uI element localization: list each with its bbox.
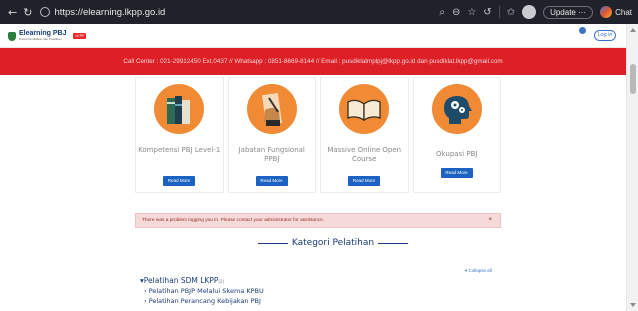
contact-banner: Call Center : 021-29912450 Ext.0437 // W… <box>0 48 626 75</box>
profile-avatar[interactable] <box>522 5 537 19</box>
browser-actions: ⌕ ⊖ ☆ ↺ ✩ Update ··· Chat <box>439 0 632 24</box>
search-icon[interactable]: ⌕ <box>439 7 445 18</box>
update-label: Update <box>550 7 576 17</box>
help-icon[interactable] <box>579 27 586 34</box>
address-text[interactable]: https://elearning.lkpp.go.id <box>54 7 165 18</box>
chevron-right-icon: › <box>144 287 147 295</box>
signing-hand-icon <box>246 84 297 134</box>
logo-text: Elearning PBJ Pusat Pendidikan dan Pelat… <box>19 30 67 41</box>
alert-message: There was a problem logging you in. Plea… <box>142 218 325 223</box>
section-heading: Kategori Pelatihan <box>258 236 408 250</box>
back-icon[interactable]: ← <box>8 6 17 19</box>
card-kompetensi: Kompetensi PBJ Level-1 Read More <box>135 77 224 193</box>
category-label[interactable]: Pelatihan SDM LKPP <box>144 276 219 285</box>
category-root[interactable]: ▾Pelatihan SDM LKPP(2) <box>140 276 264 285</box>
read-more-button[interactable]: Read More <box>348 176 380 186</box>
site-header: Elearning PBJ Pusat Pendidikan dan Pelat… <box>0 24 626 48</box>
toolbar-divider <box>498 6 500 18</box>
browser-toolbar: ← ↻ https://elearning.lkpp.go.id ⌕ ⊖ ☆ ↺… <box>0 0 638 24</box>
chevron-right-icon: › <box>144 297 147 305</box>
subcategory-item[interactable]: › Pelatihan PBJP Melalui Skema KPBU <box>144 287 264 295</box>
heading-divider <box>378 242 408 244</box>
refresh-page-icon[interactable]: ↺ <box>483 7 491 18</box>
card-jabatan: Jabatan Fungsional PPBJ Read More <box>227 77 316 193</box>
card-title: Kompetensi PBJ Level-1 <box>138 146 221 154</box>
collapse-all-link[interactable]: ▾ Collapse all <box>465 268 492 274</box>
card-title: Massive Online Open Course <box>327 146 402 163</box>
books-icon <box>154 84 204 134</box>
collections-icon[interactable]: ✩ <box>507 7 515 18</box>
logo-subtitle: Pusat Pendidikan dan Pelatihan <box>19 37 62 41</box>
update-button[interactable]: Update ··· <box>543 5 594 19</box>
scroll-down-icon[interactable] <box>630 303 636 307</box>
card-title: Jabatan Fungsional PPBJ <box>238 146 305 163</box>
logo-tag: LKPP <box>73 33 87 39</box>
subcategory-label[interactable]: Pelatihan PBJP Melalui Skema KPBU <box>149 287 264 295</box>
card-okupasi: Okupasi PBJ Read More <box>412 77 501 193</box>
login-error-alert: There was a problem logging you in. Plea… <box>135 213 501 228</box>
zoom-icon[interactable]: ⊖ <box>452 7 460 18</box>
heading-divider <box>258 242 288 244</box>
subcategory-label[interactable]: Pelatihan Perancang Kebijakan PBJ <box>149 297 261 305</box>
site-info-icon[interactable] <box>40 7 51 17</box>
address-bar[interactable]: https://elearning.lkpp.go.id <box>40 7 165 18</box>
section-title: Kategori Pelatihan <box>291 238 375 248</box>
garuda-emblem-icon <box>8 31 16 41</box>
program-cards: Kompetensi PBJ Level-1 Read More Jabatan… <box>135 77 501 193</box>
logo-title: Elearning PBJ <box>19 30 67 37</box>
chat-button[interactable]: Chat <box>600 6 632 18</box>
category-count: (2) <box>218 279 225 284</box>
scroll-thumb[interactable] <box>630 64 636 94</box>
chat-label: Chat <box>615 7 632 17</box>
head-gears-icon <box>431 84 482 134</box>
page-scrollbar[interactable] <box>626 24 638 311</box>
reload-icon[interactable]: ↻ <box>23 6 32 19</box>
open-book-icon <box>339 84 389 134</box>
read-more-button[interactable]: Read More <box>163 176 195 186</box>
copilot-icon <box>600 6 613 18</box>
close-icon[interactable]: × <box>488 214 492 227</box>
subcategory-item[interactable]: › Pelatihan Perancang Kebijakan PBJ <box>144 297 264 305</box>
read-more-button[interactable]: Read More <box>255 176 288 186</box>
collapse-all-label: Collapse all <box>468 268 492 273</box>
browser-nav: ← ↻ <box>8 6 32 19</box>
read-more-button[interactable]: Read More <box>440 168 473 178</box>
login-button[interactable]: Log in <box>594 30 616 41</box>
site-logo[interactable]: Elearning PBJ Pusat Pendidikan dan Pelat… <box>8 30 87 41</box>
card-mooc: Massive Online Open Course Read More <box>320 77 409 193</box>
card-title: Okupasi PBJ <box>436 150 478 158</box>
scroll-up-icon[interactable] <box>630 28 636 32</box>
category-tree: ▾Pelatihan SDM LKPP(2) › Pelatihan PBJP … <box>140 276 264 305</box>
favorite-icon[interactable]: ☆ <box>467 7 476 18</box>
